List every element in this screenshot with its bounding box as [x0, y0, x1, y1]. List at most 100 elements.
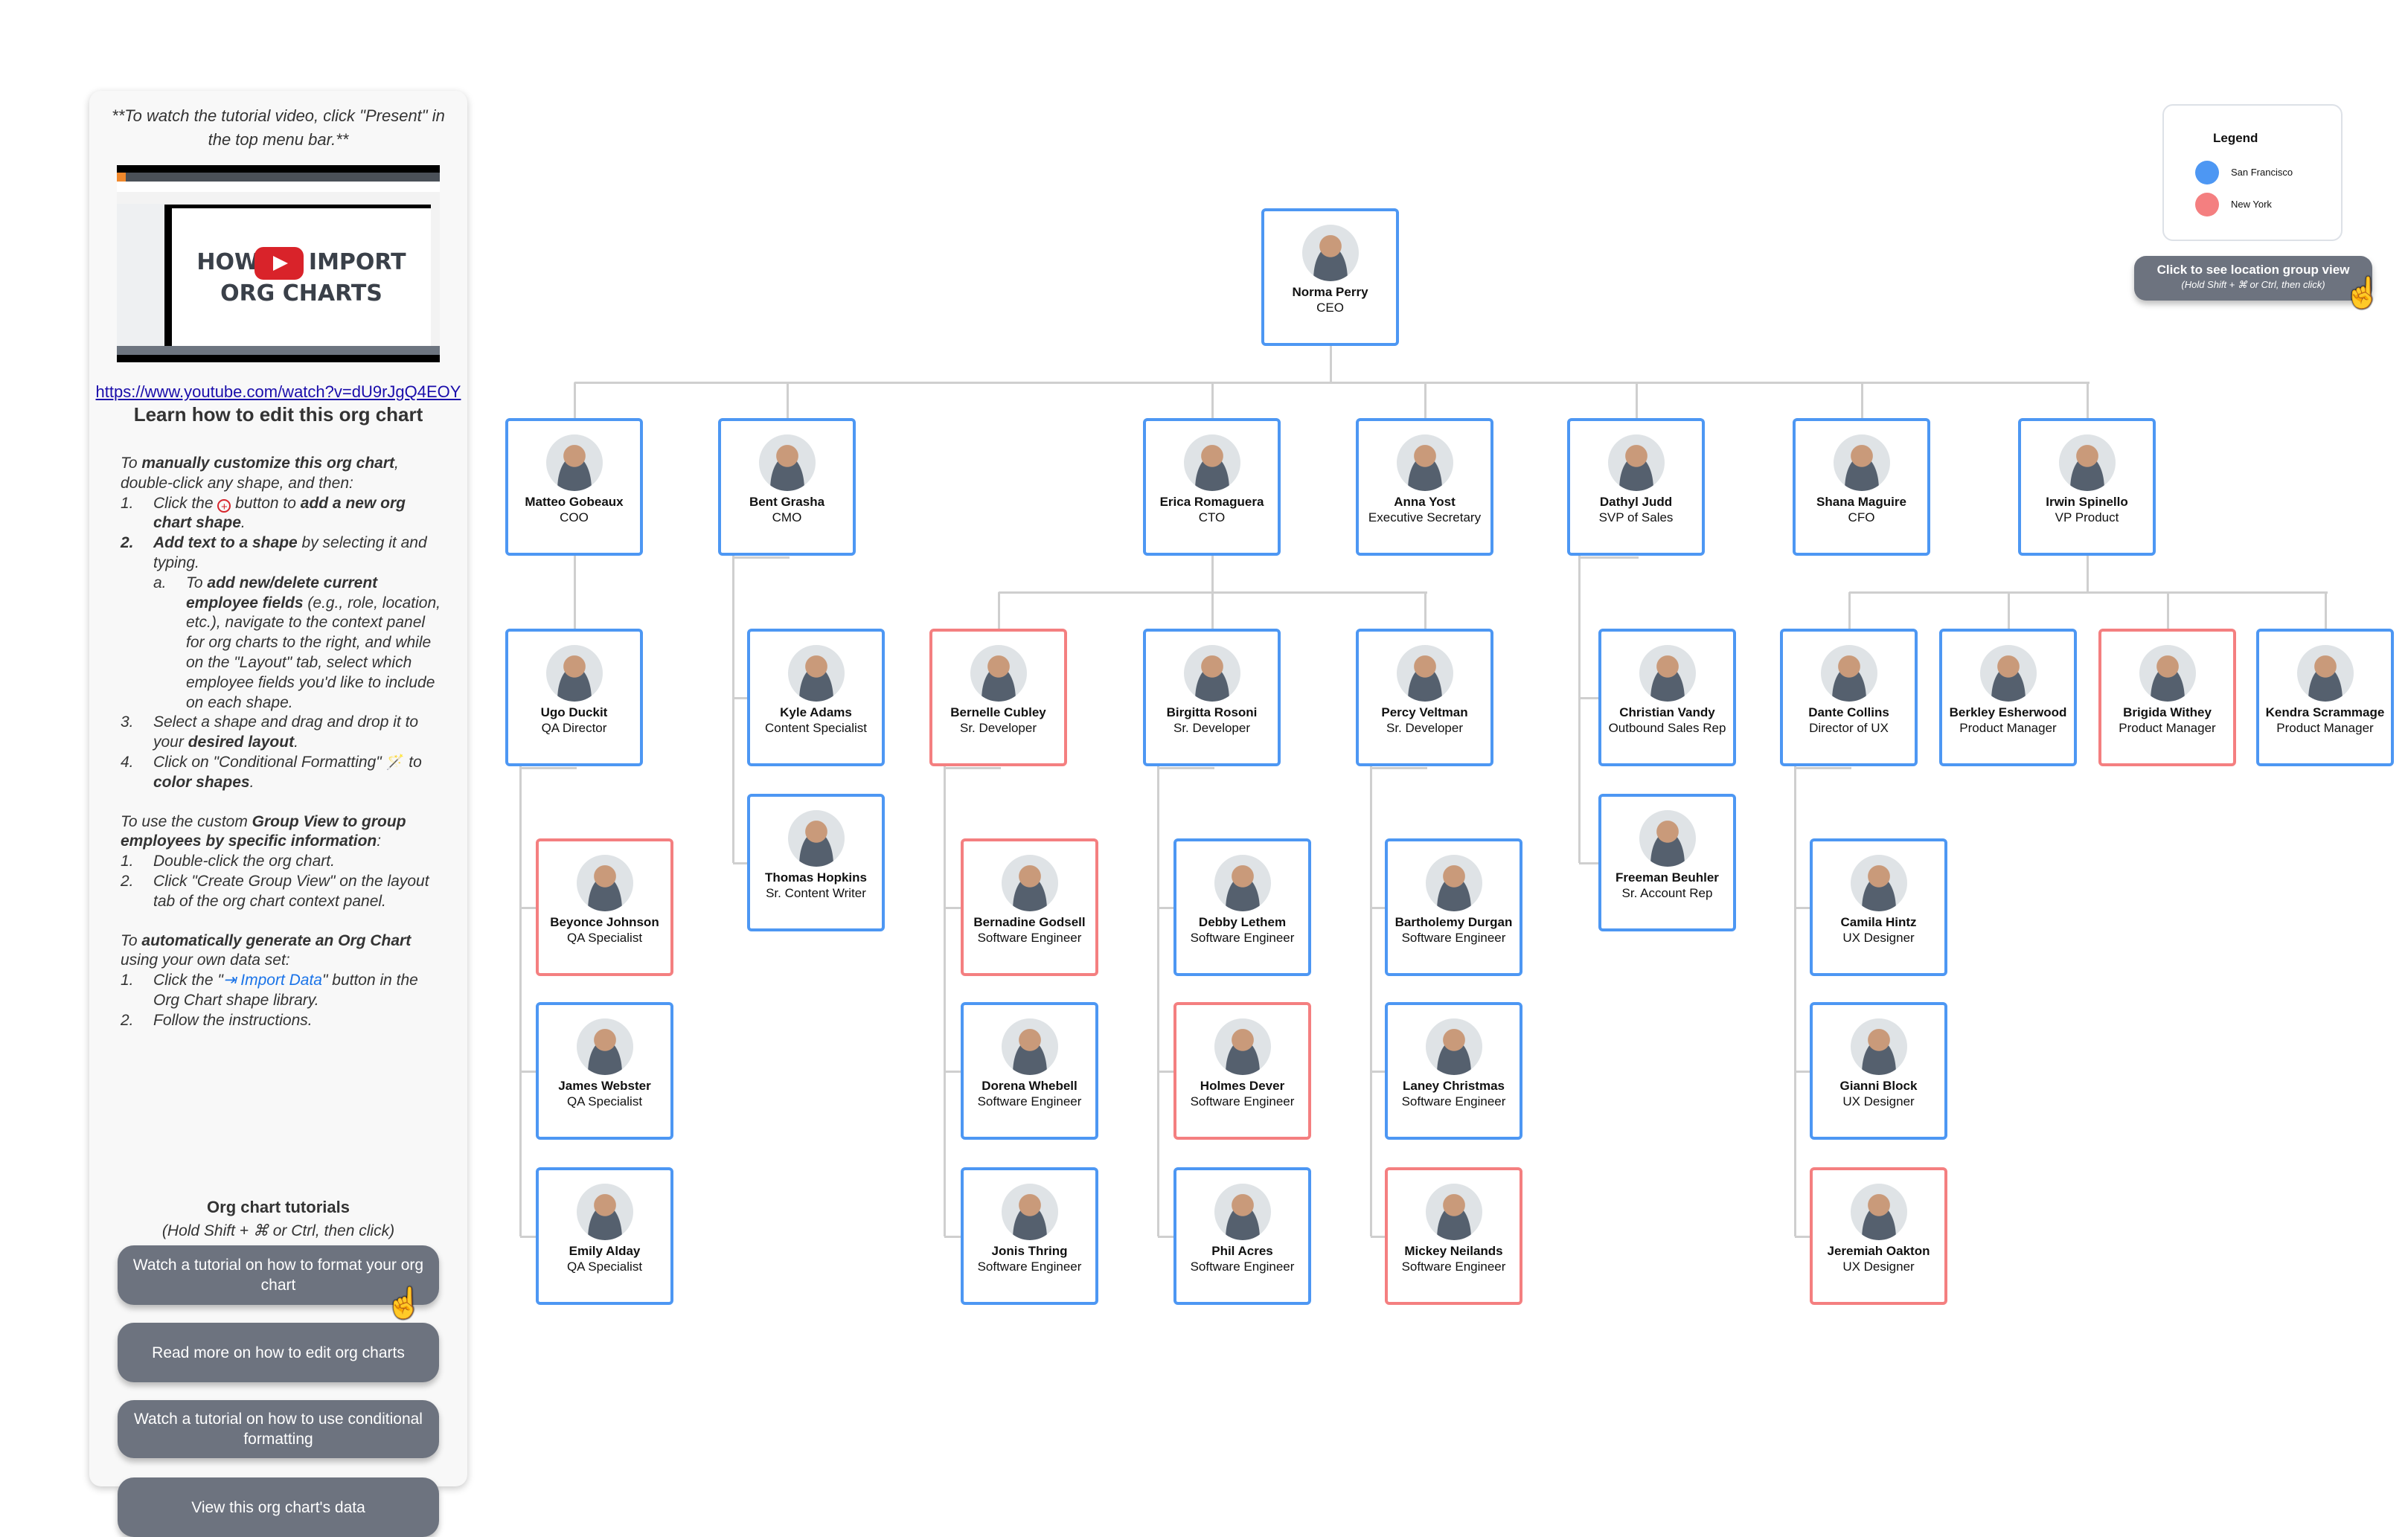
- employee-role: Sr. Developer: [1173, 721, 1250, 735]
- org-card[interactable]: Debby Lethem Software Engineer: [1173, 838, 1311, 976]
- edit-org-charts-button[interactable]: Read more on how to edit org charts: [118, 1323, 439, 1382]
- org-card[interactable]: Holmes Dever Software Engineer: [1173, 1002, 1311, 1140]
- org-card[interactable]: Jeremiah Oakton UX Designer: [1810, 1167, 1947, 1305]
- employee-name: Freeman Beuhler: [1616, 870, 1719, 885]
- org-card[interactable]: Camila Hintz UX Designer: [1810, 838, 1947, 976]
- employee-role: Outbound Sales Rep: [1608, 721, 1726, 735]
- hand-cursor-icon: ☝: [385, 1287, 423, 1320]
- avatar: [1396, 645, 1453, 702]
- instructions-text: To manually customize this org chart, do…: [121, 454, 441, 1031]
- employee-name: Dathyl Judd: [1599, 495, 1673, 509]
- avatar: [1820, 645, 1877, 702]
- connector-line: [1578, 556, 1581, 863]
- employee-name: Matteo Gobeaux: [525, 495, 624, 509]
- org-card[interactable]: Phil Acres Software Engineer: [1173, 1167, 1311, 1305]
- org-card[interactable]: Anna Yost Executive Secretary: [1356, 418, 1493, 556]
- org-card[interactable]: Beyonce Johnson QA Specialist: [536, 838, 673, 976]
- org-card[interactable]: Matteo Gobeaux COO: [505, 418, 643, 556]
- org-card[interactable]: Kyle Adams Content Specialist: [747, 629, 885, 766]
- employee-role: CTO: [1198, 510, 1226, 524]
- connector-line: [1371, 767, 1427, 769]
- avatar: [1001, 1018, 1058, 1075]
- avatar: [1183, 645, 1240, 702]
- manual-step-4: 4. Click on "Conditional Formatting" 🪄 to…: [121, 753, 422, 791]
- legend-dot-new-york: [2195, 193, 2219, 216]
- org-card[interactable]: Dorena Whebell Software Engineer: [961, 1002, 1098, 1140]
- video-link[interactable]: https://www.youtube.com/watch?v=dU9rJgQ4…: [89, 382, 467, 402]
- employee-role: Sr. Content Writer: [766, 886, 866, 900]
- conditional-formatting-button[interactable]: Watch a tutorial on how to use condition…: [118, 1400, 439, 1458]
- org-card[interactable]: Brigida Withey Product Manager: [2098, 629, 2236, 766]
- org-card[interactable]: James Webster QA Specialist: [536, 1002, 673, 1140]
- connector-line: [1635, 382, 1638, 418]
- employee-role: CMO: [772, 510, 802, 524]
- employee-role: SVP of Sales: [1598, 510, 1674, 524]
- avatar: [1979, 645, 2037, 702]
- employee-name: Dorena Whebell: [982, 1079, 1077, 1093]
- connector-line: [1424, 592, 1426, 629]
- connector-line: [573, 556, 576, 629]
- avatar: [1850, 855, 1907, 911]
- legend-dot-san-francisco: [2195, 161, 2219, 184]
- legend-title: Legend: [2213, 131, 2258, 145]
- employee-name: Norma Perry: [1292, 285, 1368, 299]
- org-card[interactable]: Dathyl Judd SVP of Sales: [1567, 418, 1705, 556]
- employee-role: UX Designer: [1842, 931, 1915, 945]
- org-card[interactable]: Bernadine Godsell Software Engineer: [961, 838, 1098, 976]
- group-step-2: 2. Click "Create Group View" on the layou…: [121, 872, 429, 910]
- view-data-button[interactable]: View this org chart's data: [118, 1477, 439, 1537]
- location-group-view-button[interactable]: Click to see location group view (Hold S…: [2134, 256, 2372, 301]
- employee-role: CFO: [1848, 510, 1875, 524]
- tutorial-video-thumbnail[interactable]: HOW TO IMPORT ORG CHARTS: [117, 165, 440, 362]
- org-card[interactable]: Freeman Beuhler Sr. Account Rep: [1598, 794, 1736, 931]
- avatar: [1396, 434, 1453, 491]
- employee-role: VP Product: [2055, 510, 2119, 524]
- org-card[interactable]: Irwin Spinello VP Product: [2018, 418, 2156, 556]
- org-card[interactable]: Laney Christmas Software Engineer: [1385, 1002, 1522, 1140]
- org-card[interactable]: Birgitta Rosoni Sr. Developer: [1143, 629, 1281, 766]
- org-card[interactable]: Christian Vandy Outbound Sales Rep: [1598, 629, 1736, 766]
- org-card[interactable]: Bent Grasha CMO: [718, 418, 856, 556]
- org-card[interactable]: Shana Maguire CFO: [1793, 418, 1930, 556]
- org-card[interactable]: Percy Veltman Sr. Developer: [1356, 629, 1493, 766]
- employee-name: Birgitta Rosoni: [1166, 705, 1258, 719]
- employee-name: Erica Romaguera: [1159, 495, 1264, 509]
- avatar: [1001, 855, 1058, 911]
- employee-role: UX Designer: [1842, 1094, 1915, 1108]
- org-card[interactable]: Bernelle Cubley Sr. Developer: [929, 629, 1067, 766]
- org-card[interactable]: Berkley Esherwood Product Manager: [1939, 629, 2077, 766]
- employee-name: Debby Lethem: [1198, 915, 1287, 929]
- org-card[interactable]: Jonis Thring Software Engineer: [961, 1167, 1098, 1305]
- org-card[interactable]: Dante Collins Director of UX: [1780, 629, 1918, 766]
- employee-role: Product Manager: [2276, 721, 2374, 735]
- org-card[interactable]: Ugo Duckit QA Director: [505, 629, 643, 766]
- connector-line: [1329, 346, 1332, 382]
- org-card[interactable]: Gianni Block UX Designer: [1810, 1002, 1947, 1140]
- employee-role: QA Specialist: [566, 931, 643, 945]
- connector-line: [1860, 382, 1863, 418]
- avatar: [787, 645, 845, 702]
- connector-line: [1158, 767, 1214, 769]
- org-card[interactable]: Thomas Hopkins Sr. Content Writer: [747, 794, 885, 931]
- org-card[interactable]: Bartholemy Durgan Software Engineer: [1385, 838, 1522, 976]
- connector-line: [944, 766, 946, 1236]
- youtube-play-icon[interactable]: [254, 247, 304, 280]
- org-card[interactable]: Kendra Scrammage Product Manager: [2256, 629, 2394, 766]
- employee-role: Sr. Developer: [1386, 721, 1463, 735]
- employee-name: Bent Grasha: [749, 495, 825, 509]
- org-card[interactable]: Emily Alday QA Specialist: [536, 1167, 673, 1305]
- employee-role: Sr. Developer: [960, 721, 1037, 735]
- connector-line: [997, 592, 1000, 629]
- employee-name: Gianni Block: [1839, 1079, 1918, 1093]
- employee-name: Mickey Neilands: [1404, 1244, 1503, 1258]
- legend: Legend San Francisco New York: [2162, 104, 2343, 241]
- avatar: [1214, 1184, 1271, 1240]
- org-card[interactable]: Erica Romaguera CTO: [1143, 418, 1281, 556]
- org-card[interactable]: Mickey Neilands Software Engineer: [1385, 1167, 1522, 1305]
- video-footer: [117, 346, 440, 355]
- avatar: [1639, 645, 1696, 702]
- org-card[interactable]: Norma Perry CEO: [1261, 208, 1399, 346]
- employee-role: QA Specialist: [566, 1260, 643, 1274]
- manual-step-2: 2. Add text to a shape by selecting it an…: [121, 534, 427, 571]
- connector-line: [1211, 592, 1214, 629]
